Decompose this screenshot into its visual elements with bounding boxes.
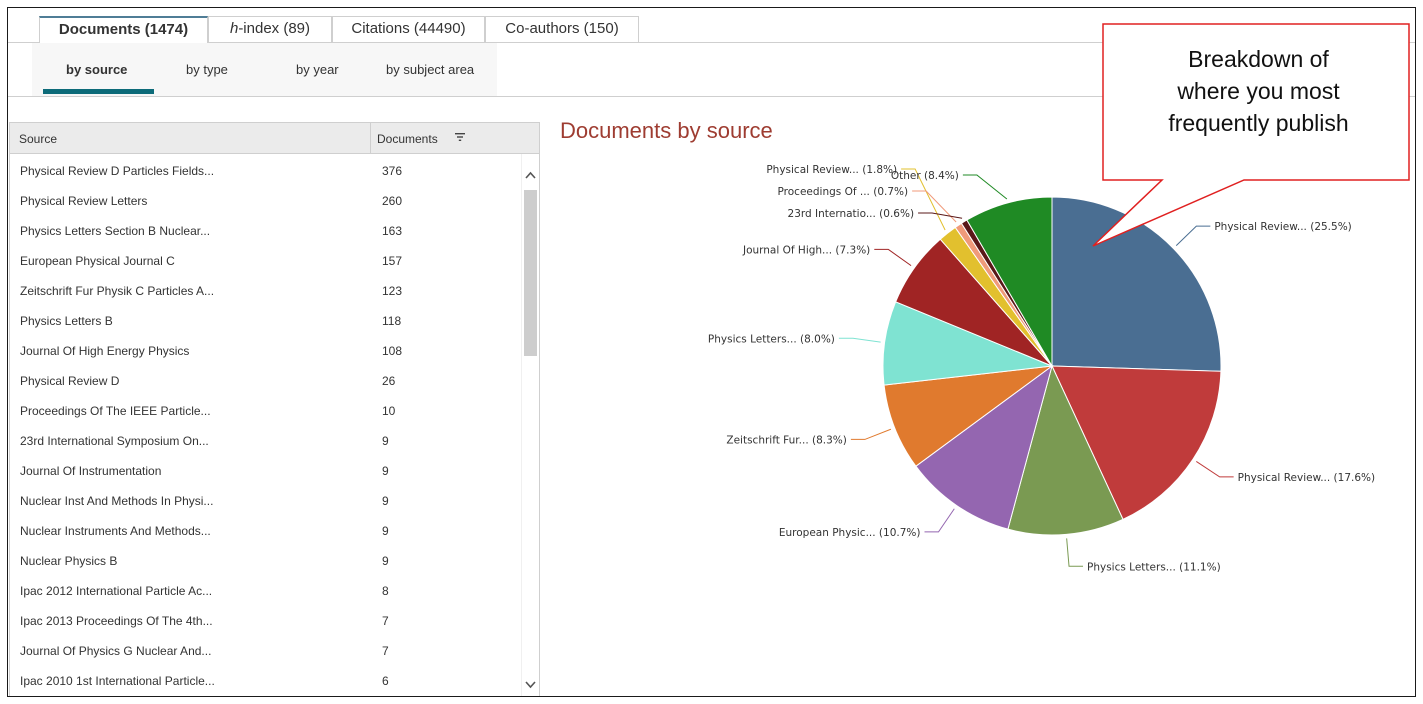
callout-line-3: frequently publish: [1168, 110, 1349, 136]
callout-line-1: Breakdown of: [1188, 46, 1329, 72]
app-frame: Documents (1474) h-index (89) Citations …: [7, 7, 1416, 697]
callout-text: Breakdown of where you most frequently p…: [1108, 33, 1409, 185]
callout-line-2: where you most: [1177, 78, 1340, 104]
